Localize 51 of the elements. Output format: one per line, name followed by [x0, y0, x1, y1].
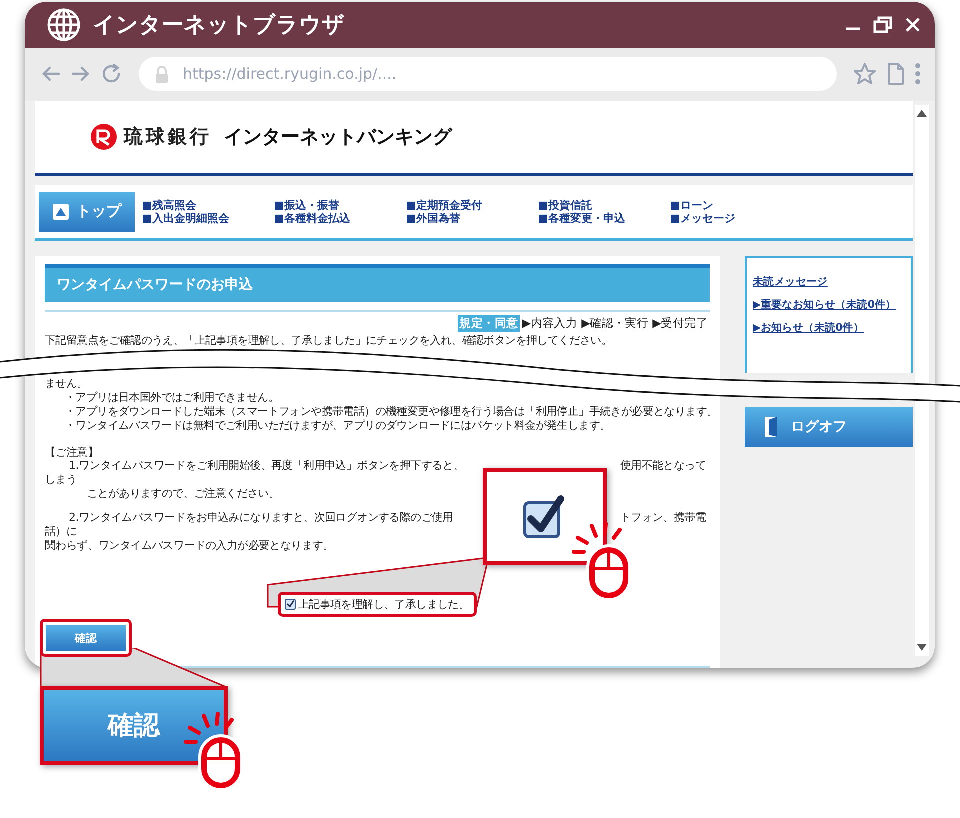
- caution-text: 2.ワンタイムパスワードをお申込みになりますと、次回ログオンする際のご使用: [68, 511, 454, 524]
- nav-link[interactable]: ■各種変更・申込: [538, 212, 663, 224]
- note-text: ・アプリは日本国外ではご利用できません。: [64, 391, 280, 404]
- bank-logo-icon: [90, 123, 118, 151]
- page-icon[interactable]: [887, 63, 905, 86]
- caution-text: トフォン、携帯電: [620, 511, 706, 524]
- scrollbar[interactable]: [915, 105, 929, 656]
- nav-link[interactable]: ■入出金明細照会: [142, 212, 267, 224]
- nav-link[interactable]: ■メッセージ: [670, 212, 795, 224]
- bank-name: 琉球銀行: [124, 125, 212, 150]
- caution-title: 【ご注意】: [45, 446, 100, 459]
- restore-icon[interactable]: [873, 16, 893, 34]
- nav-link[interactable]: ■外国為替: [406, 212, 531, 224]
- nav-link[interactable]: ■各種料金払込: [274, 212, 399, 224]
- window-title: インターネットブラウザ: [93, 12, 346, 40]
- caution-text: 使用不能となって: [620, 459, 706, 472]
- agree-checkbox[interactable]: [285, 599, 296, 610]
- service-name: インターネットバンキング: [224, 125, 452, 150]
- step-label: ▶確認・実行: [580, 315, 650, 332]
- nav-link[interactable]: ■ローン: [670, 198, 795, 212]
- nav-link[interactable]: ■残高照会: [142, 198, 267, 212]
- close-icon[interactable]: [905, 16, 921, 33]
- nav-link[interactable]: ■投資信託: [538, 198, 663, 212]
- note-text: ・アプリをダウンロードした端末（スマートフォンや携帯電話）の機種変更や修理を行う場合は「利用停止」手続きが必要となります。: [64, 405, 710, 418]
- star-icon[interactable]: [853, 62, 877, 86]
- caution-text: 話）に: [45, 525, 78, 538]
- nav-link[interactable]: ■振込・振替: [274, 198, 399, 212]
- step-label: 規定・同意: [458, 315, 520, 332]
- agree-label: 上記事項を理解し、了承しました。: [298, 598, 470, 611]
- note-text: ・ワンタイムパスワードは無料でご利用いただけますが、アプリのダウンロードにはパケット料金が発生します。: [64, 419, 612, 432]
- message-link[interactable]: ▶重要なお知らせ（未読0件）: [753, 298, 905, 312]
- intro-text: 下記留意点をご確認のうえ、「上記事項を理解し、了承しました」にチェックを入れ、確認ボタンを押してください。: [45, 334, 614, 347]
- caution-text: しまう: [45, 473, 78, 486]
- step-label: ▶受付完了: [652, 315, 709, 332]
- note-text: ません。: [45, 377, 89, 390]
- scroll-up-icon[interactable]: [917, 109, 927, 117]
- reload-icon[interactable]: [101, 63, 123, 86]
- url-text: https://direct.ryugin.co.jp/....: [183, 65, 397, 84]
- globe-icon: [47, 8, 81, 42]
- scroll-down-icon[interactable]: [917, 644, 927, 652]
- caution-text: 1.ワンタイムパスワードをご利用開始後、再度「利用申込」ボタンを押下すると、: [68, 459, 464, 472]
- caution-text: ことがありますので、ご注意ください。: [86, 487, 280, 500]
- message-link[interactable]: 未読メッセージ: [753, 275, 905, 289]
- door-icon: [765, 417, 779, 437]
- caution-text: 関わらず、ワンタイムパスワードの入力が必要となります。: [45, 539, 334, 552]
- message-link[interactable]: ▶お知らせ（未読0件）: [753, 321, 905, 335]
- step-label: ▶内容入力: [521, 315, 579, 332]
- nav-link[interactable]: ■定期預金受付: [406, 198, 531, 212]
- form-title: ワンタイムパスワードのお申込: [45, 264, 710, 302]
- more-icon[interactable]: [915, 63, 921, 86]
- lock-icon: [155, 66, 169, 83]
